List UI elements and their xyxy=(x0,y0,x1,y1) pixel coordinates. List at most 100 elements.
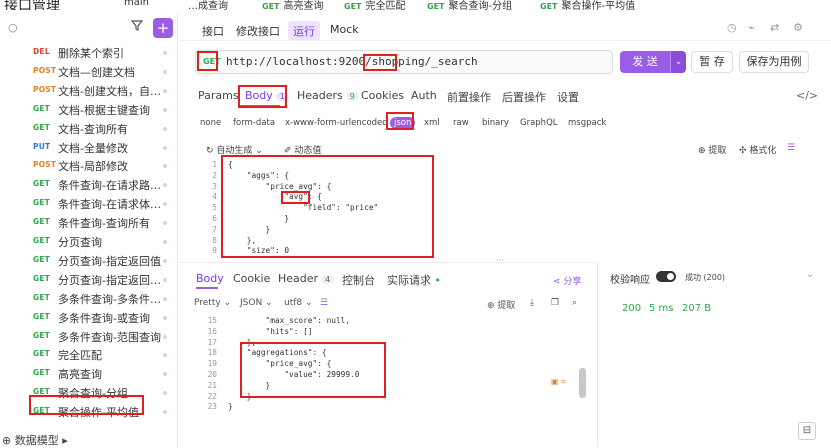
download-icon[interactable]: ⤓ xyxy=(530,298,534,308)
sidebar-item[interactable]: GET 聚合查询-分组 xyxy=(0,383,178,402)
sidebar-item[interactable]: GET 多条件查询-多条件同... xyxy=(0,289,178,308)
chevron-down-icon[interactable]: ⌄ xyxy=(806,269,814,280)
tab-item[interactable]: GET 聚合查询-分组 xyxy=(427,0,512,10)
body-type-graphql[interactable]: GraphQL xyxy=(520,118,558,128)
sidebar-item[interactable]: PUT 文档-全量修改 xyxy=(0,138,178,157)
sync-icon[interactable]: ⇄ xyxy=(770,21,779,34)
sidebar-item[interactable]: POST 文档-创建文档，自定... xyxy=(0,81,178,100)
tab-run[interactable]: 运行 xyxy=(288,21,320,41)
resp-tab-body[interactable]: Body xyxy=(196,272,224,285)
sidebar-item[interactable]: GET 分页查询-指定返回值 xyxy=(0,251,178,270)
tab-interface[interactable]: 接口 xyxy=(202,23,224,39)
sidebar-item-label: 聚合操作-平均值 xyxy=(58,406,139,420)
sidebar-item[interactable]: GET 文档-查询所有 xyxy=(0,119,178,138)
body-type-none[interactable]: none xyxy=(200,118,221,128)
code-icon[interactable]: </> xyxy=(796,89,818,102)
sidebar-item[interactable]: GET 多条件查询-或查询 xyxy=(0,308,178,327)
panel-layout-icon[interactable]: ⊟ xyxy=(798,422,816,440)
sidebar-item[interactable]: GET 文档-根据主键查询 xyxy=(0,100,178,119)
body-type-raw[interactable]: raw xyxy=(453,118,469,128)
sidebar-item[interactable]: POST 文档—创建文档 xyxy=(0,62,178,81)
body-type-msgpack[interactable]: msgpack xyxy=(568,118,606,128)
tab-pre-actions[interactable]: 前置操作 xyxy=(447,89,491,105)
sidebar-item[interactable]: GET 条件查询-在请求路径... xyxy=(0,175,178,194)
sidebar-item[interactable]: GET 条件查询-查询所有 xyxy=(0,213,178,232)
sidebar-item[interactable]: POST 文档-局部修改 xyxy=(0,156,178,175)
resp-tab-actual-request[interactable]: 实际请求 • xyxy=(387,272,441,288)
sidebar-footer[interactable]: ⊕ 数据模型 ▸ xyxy=(2,432,68,448)
verify-toggle[interactable] xyxy=(656,271,676,282)
resp-extract-button[interactable]: ⊕ 提取 xyxy=(487,298,515,311)
sidebar-item[interactable]: GET 分页查询 xyxy=(0,232,178,251)
sidebar-item[interactable]: GET 完全匹配 xyxy=(0,345,178,364)
tab-item[interactable]: GET 完全匹配 xyxy=(344,0,406,10)
send-button[interactable]: 发 送 xyxy=(620,51,670,73)
response-body-viewer[interactable]: 15 "max_score": null, 16 "hits": [] 17 }, 1… xyxy=(195,314,590,414)
format-select[interactable]: Pretty ⌄ xyxy=(194,298,231,308)
tab-settings[interactable]: 设置 xyxy=(557,89,579,105)
tab-branch[interactable]: main xyxy=(124,0,149,8)
tab-auth[interactable]: Auth xyxy=(411,89,437,102)
method-select[interactable]: GET xyxy=(203,57,221,66)
auto-generate-button[interactable]: ↻ 自动生成 ⌄ xyxy=(206,143,263,156)
url-input[interactable]: http://localhost:9200/shopping/_search xyxy=(226,55,478,68)
search-icon[interactable]: ⌕ xyxy=(572,298,577,308)
tab-body[interactable]: Body 1 xyxy=(245,89,289,102)
dynamic-value-button[interactable]: ✐ 动态值 xyxy=(284,143,321,156)
sidebar-item[interactable]: GET 多条件查询-范围查询 xyxy=(0,327,178,346)
tab-item[interactable]: GET 高亮查询 xyxy=(262,0,324,10)
request-body-editor[interactable]: 1 {2 "aggs": {3 "price_avg": {4 "avg": {5… xyxy=(195,156,805,256)
share-button[interactable]: ⋖ 分享 xyxy=(553,274,581,287)
charset-select[interactable]: utf8 ⌄ xyxy=(284,298,313,308)
resp-tab-header[interactable]: Header 4 xyxy=(278,272,335,285)
copy-icon[interactable]: ❐ xyxy=(551,298,559,308)
sidebar-search-input[interactable]: ○ xyxy=(4,18,149,38)
resize-handle[interactable]: ··· xyxy=(496,256,504,265)
body-type-binary[interactable]: binary xyxy=(482,118,509,128)
inline-tool-icon[interactable]: ▣ ⌗ xyxy=(551,377,566,387)
sidebar-item[interactable]: GET 聚合操作-平均值 xyxy=(0,402,178,421)
tab-label: 后置操作 xyxy=(502,91,546,104)
history-icon[interactable]: ◷ xyxy=(727,21,737,34)
sidebar-item-label: 文档—创建文档 xyxy=(58,65,135,79)
sidebar-item-label: 条件查询-在请求路径... xyxy=(58,179,163,193)
line-number: 4 xyxy=(212,192,217,202)
tab-item[interactable]: …成查询 xyxy=(188,0,228,10)
method-badge: GET xyxy=(33,406,50,416)
body-type-urlencoded[interactable]: x-www-form-urlencoded xyxy=(285,118,388,128)
body-type-form-data[interactable]: form-data xyxy=(233,118,275,128)
list-icon[interactable]: ☰ xyxy=(787,143,795,153)
tab-mock[interactable]: Mock xyxy=(330,23,359,36)
save-as-case-button[interactable]: 保存为用例 xyxy=(739,51,809,73)
sidebar-item[interactable]: GET 条件查询-在请求体中... xyxy=(0,194,178,213)
lang-select[interactable]: JSON ⌄ xyxy=(240,298,273,308)
method-badge: POST xyxy=(33,84,57,94)
url-bar[interactable]: GET http://localhost:9200/shopping/_sear… xyxy=(195,50,613,74)
resp-tab-cookie[interactable]: Cookie xyxy=(233,272,270,285)
tab-item-active[interactable]: GET 聚合操作-平均值 xyxy=(540,0,635,10)
extract-button[interactable]: ⊕ 提取 xyxy=(698,143,726,156)
wrap-icon[interactable]: ☰ xyxy=(320,298,328,308)
status-dot xyxy=(163,88,167,93)
tab-edit-interface[interactable]: 修改接口 xyxy=(236,23,280,39)
scrollbar[interactable] xyxy=(579,368,586,398)
tab-params[interactable]: Params xyxy=(198,89,239,102)
settings-icon[interactable]: ⚙ xyxy=(793,21,803,34)
tab-cookies[interactable]: Cookies xyxy=(361,89,404,102)
body-type-json[interactable]: json xyxy=(390,117,416,129)
save-draft-button[interactable]: 暂 存 xyxy=(691,51,733,73)
add-button[interactable]: + xyxy=(153,18,173,38)
sidebar-item[interactable]: GET 高亮查询 xyxy=(0,364,178,383)
method-badge: GET xyxy=(33,198,50,208)
format-button[interactable]: ✣ 格式化 xyxy=(739,143,776,156)
send-options-chevron-icon[interactable]: ⌄ xyxy=(670,51,686,73)
sidebar-item[interactable]: DEL 删除某个索引 xyxy=(0,43,178,62)
share-link-icon[interactable]: ⌁ xyxy=(748,21,755,34)
body-type-xml[interactable]: xml xyxy=(424,118,440,128)
line-number: 17 xyxy=(207,337,217,347)
tab-post-actions[interactable]: 后置操作 xyxy=(502,89,546,105)
sidebar-item[interactable]: GET 分页查询-指定返回值... xyxy=(0,270,178,289)
tab-headers[interactable]: Headers 9 xyxy=(297,89,359,102)
filter-icon[interactable] xyxy=(130,19,145,33)
resp-tab-console[interactable]: 控制台 xyxy=(342,272,375,288)
